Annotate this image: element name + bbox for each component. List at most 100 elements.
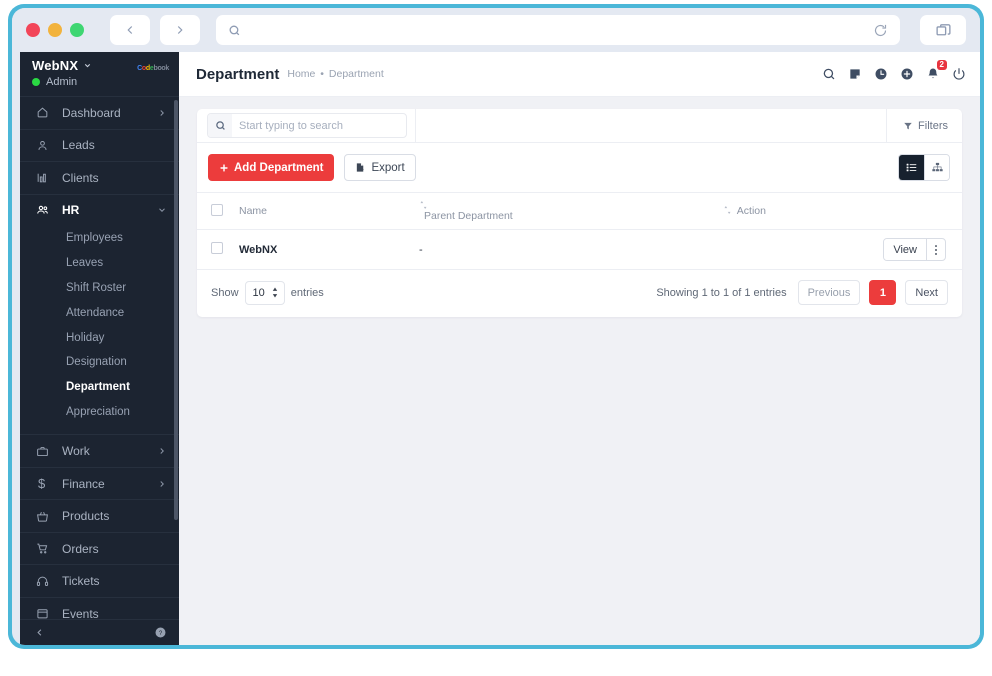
department-table: Name Parent Department Action WebNX - Vi… <box>197 192 962 270</box>
export-button[interactable]: Export <box>344 154 416 181</box>
search-icon[interactable] <box>822 67 836 81</box>
chart-icon <box>36 171 56 184</box>
page-1-button[interactable]: 1 <box>869 280 897 305</box>
breadcrumb-separator: • <box>320 68 324 80</box>
sidebar-item-clients[interactable]: Clients <box>20 161 179 194</box>
chevron-right-icon <box>157 446 167 456</box>
row-action-cell: View <box>682 229 962 270</box>
sidebar-item-tickets[interactable]: Tickets <box>20 564 179 597</box>
filters-label: Filters <box>918 119 948 132</box>
updown-caret-icon <box>271 287 279 298</box>
sidebar-subitem-designation[interactable]: Designation <box>20 350 179 375</box>
org-chart-view-button[interactable] <box>924 155 949 180</box>
sidebar-subitem-holiday[interactable]: Holiday <box>20 325 179 350</box>
table-row[interactable]: WebNX - View <box>197 229 962 270</box>
header-parent-department[interactable]: Parent Department <box>419 192 683 230</box>
table-header: Name Parent Department Action <box>197 192 962 230</box>
sidebar-subitem-attendance[interactable]: Attendance <box>20 300 179 325</box>
row-action-group: View <box>883 238 946 261</box>
pagination: Showing 1 to 1 of 1 entries Previous 1 N… <box>656 280 948 305</box>
add-department-label: Add Department <box>234 161 324 174</box>
maximize-window-button[interactable] <box>70 23 84 37</box>
sidebar-item-events[interactable]: Events <box>20 596 179 619</box>
power-icon[interactable] <box>952 67 966 81</box>
funnel-icon <box>903 121 913 131</box>
note-icon[interactable] <box>848 67 862 81</box>
next-page-button[interactable]: Next <box>905 280 948 305</box>
sidebar-subitem-leaves[interactable]: Leaves <box>20 251 179 276</box>
close-window-button[interactable] <box>26 23 40 37</box>
sidebar-subitem-label: Department <box>66 381 130 394</box>
search-input-wrapper[interactable] <box>207 113 407 138</box>
sidebar-brand[interactable]: WebNX Admin Codebook <box>20 52 179 96</box>
chevron-left-icon[interactable] <box>34 627 45 638</box>
entries-label: entries <box>290 286 324 299</box>
sidebar-item-work[interactable]: Work <box>20 434 179 467</box>
browser-address-bar[interactable] <box>216 15 900 45</box>
select-all-checkbox[interactable] <box>211 203 223 216</box>
minimize-window-button[interactable] <box>48 23 62 37</box>
traffic-lights <box>26 23 84 37</box>
tabs-button[interactable] <box>920 15 966 45</box>
row-select-cell <box>197 229 239 270</box>
list-view-button[interactable] <box>899 155 924 180</box>
sidebar-item-dashboard[interactable]: Dashboard <box>20 96 179 129</box>
sidebar-subitem-label: Attendance <box>66 306 125 319</box>
clock-icon[interactable] <box>874 67 888 81</box>
sidebar-subitem-label: Shift Roster <box>66 281 127 294</box>
header-name[interactable]: Name <box>239 192 419 230</box>
chevron-right-icon <box>173 23 187 37</box>
view-button[interactable]: View <box>884 239 926 260</box>
sort-icon[interactable] <box>419 200 683 210</box>
chevron-down-icon <box>157 205 167 215</box>
action-row: Add Department Export <box>197 143 962 192</box>
breadcrumb-home[interactable]: Home <box>287 68 315 80</box>
previous-page-button[interactable]: Previous <box>797 280 861 305</box>
reload-icon[interactable] <box>873 23 888 38</box>
sidebar-subitem-department[interactable]: Department <box>20 375 179 400</box>
headset-icon <box>36 575 56 588</box>
row-checkbox[interactable] <box>211 242 223 254</box>
sidebar-item-orders[interactable]: Orders <box>20 531 179 565</box>
briefcase-icon <box>36 445 56 458</box>
browser-toolbar <box>12 8 980 52</box>
online-status-dot <box>32 78 40 86</box>
sidebar-item-hr[interactable]: HR <box>20 193 179 227</box>
sidebar-subitem-shift-roster[interactable]: Shift Roster <box>20 276 179 301</box>
sidebar-nav: Dashboard Leads Clients HR Employees Lea… <box>20 96 179 619</box>
table-footer: Show 10 entries Showing 1 to 1 of 1 entr… <box>197 270 962 317</box>
sidebar-scrollbar[interactable] <box>174 100 178 520</box>
bell-icon[interactable]: 2 <box>926 60 947 81</box>
search-input[interactable] <box>232 118 406 133</box>
sidebar-item-products[interactable]: Products <box>20 499 179 532</box>
brand-name: WebNX <box>32 58 79 73</box>
sidebar-subitem-appreciation[interactable]: Appreciation <box>20 400 179 425</box>
chevron-right-icon <box>157 479 167 489</box>
vertical-dots-icon[interactable] <box>926 239 945 260</box>
chevron-down-icon[interactable] <box>83 61 92 70</box>
help-circle-icon[interactable]: ? <box>154 626 167 639</box>
sort-icon[interactable] <box>723 205 732 215</box>
show-entries-group: Show 10 entries <box>211 280 324 305</box>
filters-button[interactable]: Filters <box>886 109 962 142</box>
plus-circle-icon[interactable] <box>900 67 914 81</box>
browser-inner: WebNX Admin Codebook Dashboard Leads Cli… <box>12 8 980 645</box>
search-row: Filters <box>197 109 962 143</box>
forward-button[interactable] <box>160 15 200 45</box>
list-view-icon <box>905 161 918 174</box>
back-button[interactable] <box>110 15 150 45</box>
sidebar-subitem-label: Designation <box>66 356 127 369</box>
user-icon <box>36 139 56 152</box>
sidebar-item-label: Tickets <box>62 574 100 589</box>
app-viewport: WebNX Admin Codebook Dashboard Leads Cli… <box>20 52 980 645</box>
codebook-logo: Codebook <box>137 65 169 72</box>
entries-per-page-select[interactable]: 10 <box>244 280 285 305</box>
sidebar-subitem-employees[interactable]: Employees <box>20 226 179 251</box>
header-parent-label: Parent Department <box>424 210 513 222</box>
sidebar-subitem-label: Appreciation <box>66 405 130 418</box>
sidebar-item-finance[interactable]: $ Finance <box>20 466 179 500</box>
sidebar-item-label: Events <box>62 606 99 619</box>
sidebar-item-leads[interactable]: Leads <box>20 128 179 162</box>
add-department-button[interactable]: Add Department <box>208 154 335 181</box>
home-icon <box>36 106 56 119</box>
